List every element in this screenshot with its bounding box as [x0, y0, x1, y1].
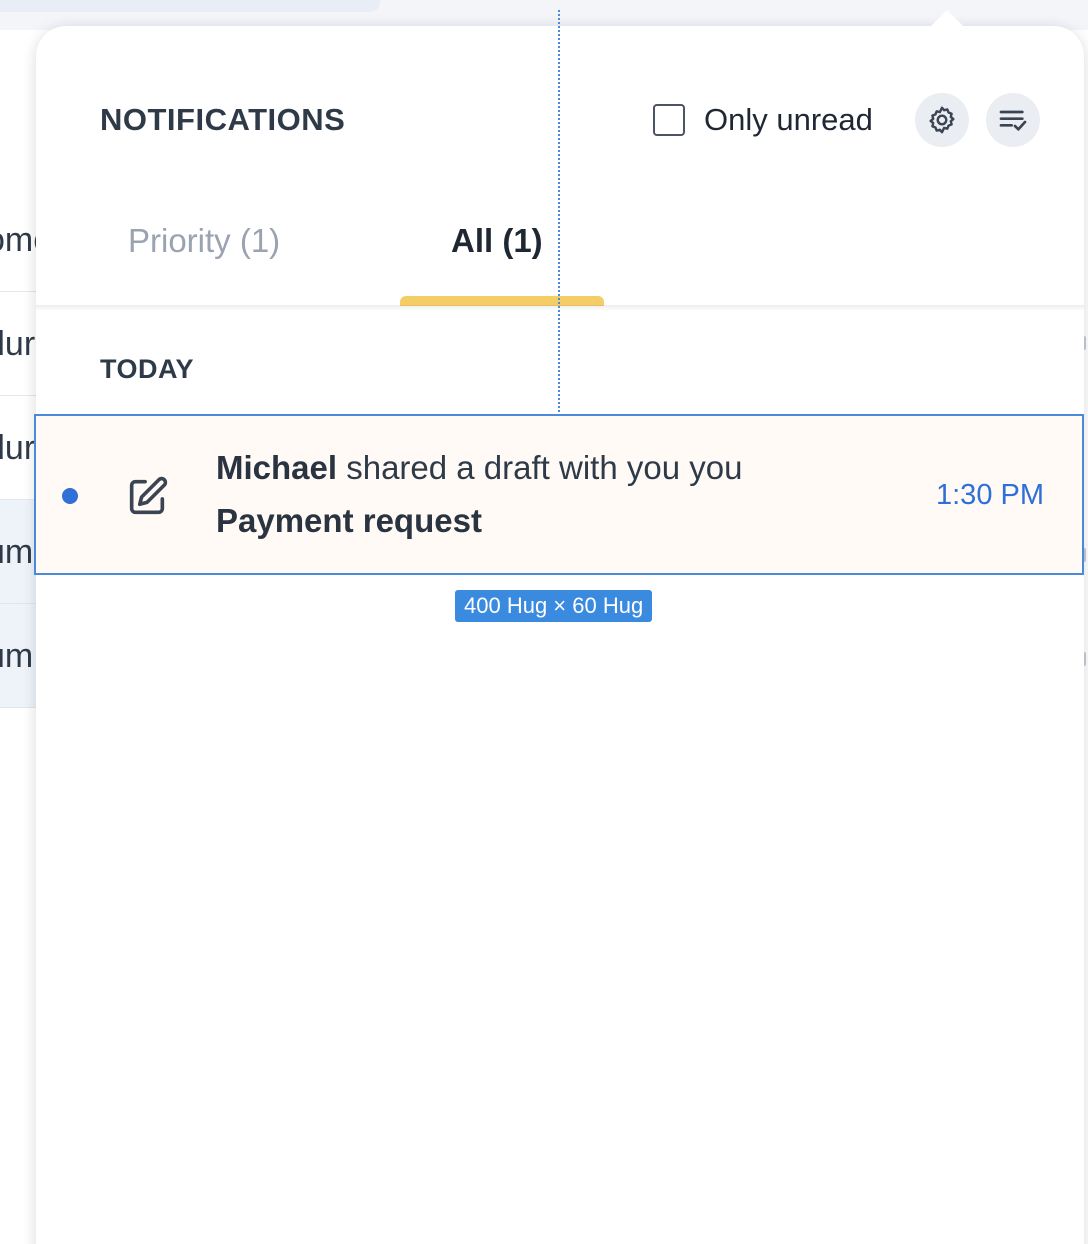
gear-icon [929, 106, 955, 134]
tab-all[interactable]: All (1) [451, 222, 543, 260]
tab-priority[interactable]: Priority (1) [128, 222, 280, 260]
background-topbar-pill [0, 0, 380, 12]
center-guide-line [558, 10, 560, 412]
notification-time: 1:30 PM [936, 479, 1044, 511]
notifications-popover: NOTIFICATIONS Only unread Priority (1) A… [34, 10, 1084, 1244]
notification-text: Michael shared a draft with you you [216, 449, 742, 487]
panel-title: NOTIFICATIONS [100, 102, 346, 137]
notification-actor: Michael [216, 449, 338, 486]
popover-caret [930, 10, 964, 27]
only-unread-toggle[interactable]: Only unread [653, 102, 873, 138]
only-unread-checkbox[interactable] [653, 104, 685, 136]
notification-item[interactable]: Michael shared a draft with you you Paym… [34, 414, 1084, 575]
only-unread-label: Only unread [704, 102, 873, 137]
background-row-text: um [0, 533, 34, 571]
edit-icon [129, 476, 168, 515]
size-badge: 400 Hug × 60 Hug [455, 590, 653, 622]
settings-button[interactable] [915, 93, 969, 147]
background-row-text: um [0, 637, 34, 675]
background-row-text: dur [0, 325, 36, 363]
list-check-icon [999, 110, 1027, 131]
unread-dot [62, 488, 78, 504]
notification-action: shared a draft with you you [337, 449, 743, 486]
notification-subject: Payment request [216, 502, 482, 539]
background-row-text: dur [0, 429, 36, 467]
mark-all-read-button[interactable] [986, 93, 1040, 147]
section-heading-today: TODAY [100, 354, 195, 384]
tabs-divider [36, 305, 1084, 311]
